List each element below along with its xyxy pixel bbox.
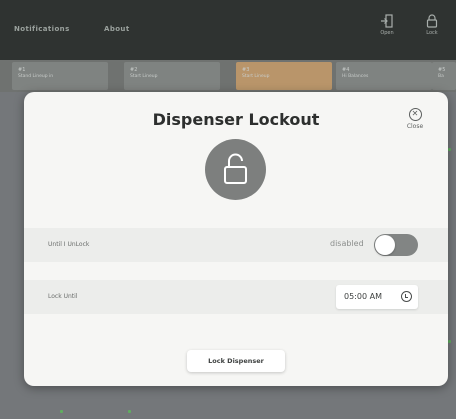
dispenser-tile[interactable]: #1 Stand Lineup in bbox=[12, 62, 108, 90]
close-button[interactable]: ✕ Close bbox=[400, 108, 430, 134]
until-unlock-row: Until I UnLock disabled bbox=[24, 228, 448, 262]
nav-notifications[interactable]: Notifications bbox=[14, 25, 70, 33]
open-label: Open bbox=[380, 30, 394, 36]
lock-until-label: Lock Until bbox=[48, 293, 78, 300]
lock-label: Lock bbox=[426, 30, 438, 36]
close-label: Close bbox=[406, 123, 424, 130]
tile-number: #1 bbox=[18, 67, 26, 73]
unlocked-padlock-icon bbox=[224, 153, 247, 184]
tile-label: Start Lineup bbox=[242, 74, 270, 79]
open-door-icon bbox=[381, 14, 393, 28]
status-dot bbox=[448, 148, 451, 151]
toggle-state-text: disabled bbox=[330, 239, 364, 248]
lock-dispenser-button[interactable]: Lock Dispenser bbox=[187, 350, 285, 372]
tile-number: #5 bbox=[438, 67, 446, 73]
until-unlock-toggle[interactable] bbox=[374, 234, 418, 256]
tile-number: #2 bbox=[130, 67, 138, 73]
dispenser-tile[interactable]: #5 Ba bbox=[432, 62, 456, 90]
dispenser-tile-active[interactable]: #3 Start Lineup bbox=[236, 62, 332, 90]
until-unlock-label: Until I UnLock bbox=[48, 241, 90, 248]
tile-label: Ba bbox=[438, 74, 444, 79]
dispenser-lockout-modal: Dispenser Lockout ✕ Close Until I UnLock… bbox=[24, 92, 448, 386]
dispenser-tiles: #1 Stand Lineup in #2 Start Lineup #3 St… bbox=[12, 62, 456, 90]
tile-label: Stand Lineup in bbox=[18, 74, 54, 79]
lock-button[interactable]: Lock bbox=[415, 10, 449, 46]
time-value: 05:00 AM bbox=[344, 292, 382, 301]
tile-number: #4 bbox=[342, 67, 350, 73]
status-dot bbox=[60, 410, 63, 413]
tile-label: Hi Balances bbox=[342, 74, 369, 79]
lock-until-time-picker[interactable]: 05:00 AM bbox=[336, 285, 418, 309]
status-dot bbox=[448, 340, 451, 343]
dispenser-tile[interactable]: #4 Hi Balances bbox=[336, 62, 432, 90]
modal-title: Dispenser Lockout bbox=[152, 110, 320, 129]
lock-icon bbox=[426, 14, 438, 28]
open-button[interactable]: Open bbox=[370, 10, 404, 46]
clock-icon bbox=[401, 291, 412, 302]
dispenser-tile[interactable]: #2 Start Lineup bbox=[124, 62, 220, 90]
status-dot bbox=[128, 410, 131, 413]
app-header: Notifications About Open Lock bbox=[0, 0, 456, 60]
lock-until-row: Lock Until 05:00 AM bbox=[24, 280, 448, 314]
tile-label: Start Lineup bbox=[130, 74, 158, 79]
tile-number: #3 bbox=[242, 67, 250, 73]
close-circle-icon: ✕ bbox=[408, 108, 422, 121]
toggle-knob bbox=[375, 235, 395, 255]
lock-status-badge bbox=[205, 139, 266, 200]
nav-about[interactable]: About bbox=[104, 25, 130, 33]
